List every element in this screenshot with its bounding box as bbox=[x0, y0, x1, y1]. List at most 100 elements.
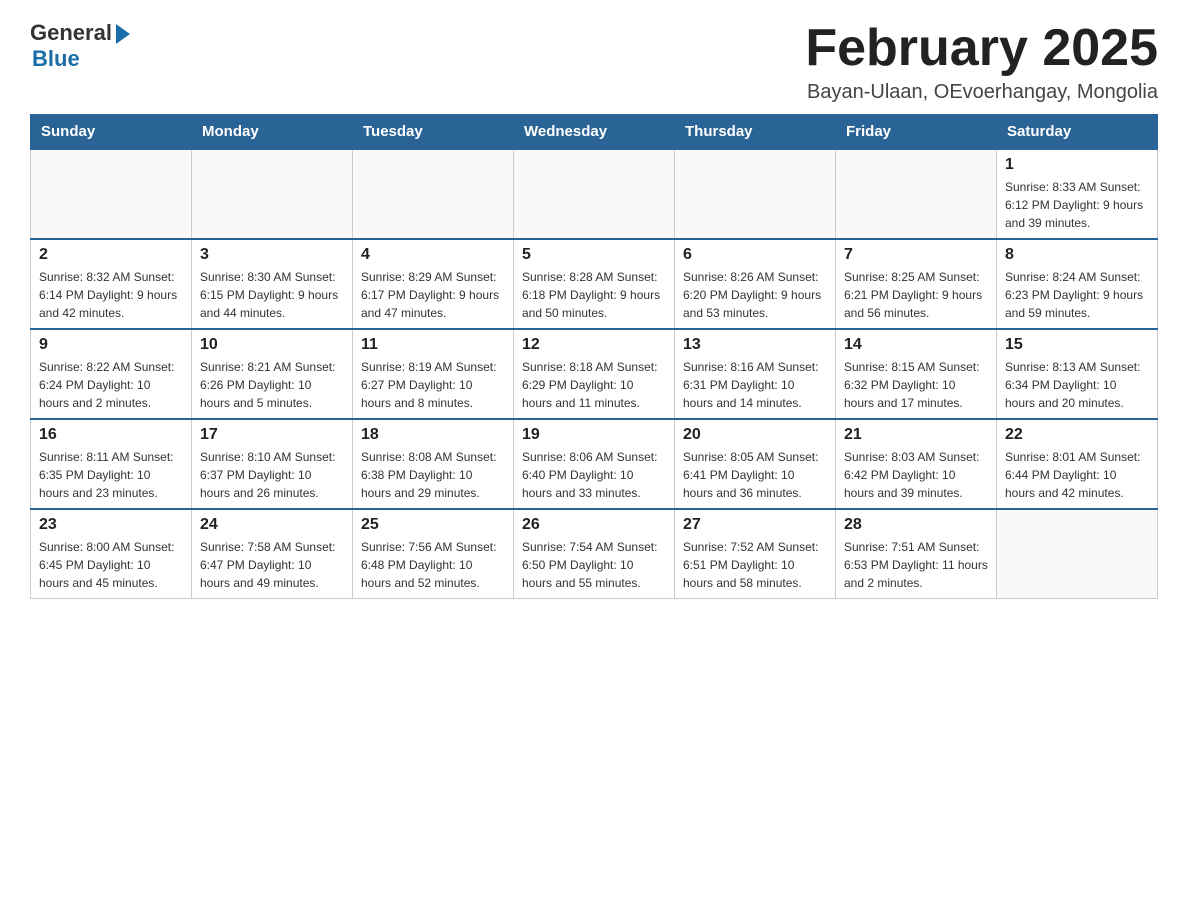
header-day-sunday: Sunday bbox=[31, 115, 192, 150]
day-number: 27 bbox=[683, 516, 827, 534]
day-number: 4 bbox=[361, 246, 505, 264]
calendar-cell: 20 Sunrise: 8:05 AM Sunset: 6:41 PM Dayli… bbox=[675, 419, 836, 509]
day-number: 8 bbox=[1005, 246, 1149, 264]
calendar-cell: 4 Sunrise: 8:29 AM Sunset: 6:17 PM Daylig… bbox=[353, 239, 514, 329]
header-day-thursday: Thursday bbox=[675, 115, 836, 150]
calendar-table: SundayMondayTuesdayWednesdayThursdayFrid… bbox=[30, 114, 1158, 599]
week-row-2: 2 Sunrise: 8:32 AM Sunset: 6:14 PM Daylig… bbox=[31, 239, 1158, 329]
calendar-cell: 28Sunrise: 7:51 AM Sunset: 6:53 PM Dayli… bbox=[836, 509, 997, 599]
day-info: Sunrise: 8:33 AM Sunset: 6:12 PM Dayligh… bbox=[1005, 178, 1149, 232]
header-day-monday: Monday bbox=[192, 115, 353, 150]
calendar-cell: 21Sunrise: 8:03 AM Sunset: 6:42 PM Dayli… bbox=[836, 419, 997, 509]
day-number: 18 bbox=[361, 426, 505, 444]
calendar-cell: 22 Sunrise: 8:01 AM Sunset: 6:44 PM Dayli… bbox=[997, 419, 1158, 509]
day-info: Sunrise: 8:05 AM Sunset: 6:41 PM Dayligh… bbox=[683, 448, 827, 502]
logo: General Blue bbox=[30, 20, 130, 72]
day-info: Sunrise: 8:11 AM Sunset: 6:35 PM Dayligh… bbox=[39, 448, 183, 502]
header-day-wednesday: Wednesday bbox=[514, 115, 675, 150]
calendar-cell bbox=[514, 149, 675, 239]
day-number: 15 bbox=[1005, 336, 1149, 354]
day-number: 24 bbox=[200, 516, 344, 534]
day-number: 5 bbox=[522, 246, 666, 264]
calendar-cell bbox=[192, 149, 353, 239]
logo-arrow-icon bbox=[116, 24, 130, 44]
calendar-cell: 24 Sunrise: 7:58 AM Sunset: 6:47 PM Dayli… bbox=[192, 509, 353, 599]
day-info: Sunrise: 8:10 AM Sunset: 6:37 PM Dayligh… bbox=[200, 448, 344, 502]
day-info: Sunrise: 8:01 AM Sunset: 6:44 PM Dayligh… bbox=[1005, 448, 1149, 502]
calendar-cell: 26 Sunrise: 7:54 AM Sunset: 6:50 PM Dayli… bbox=[514, 509, 675, 599]
day-number: 1 bbox=[1005, 156, 1149, 174]
calendar-cell: 1 Sunrise: 8:33 AM Sunset: 6:12 PM Daylig… bbox=[997, 149, 1158, 239]
day-info: Sunrise: 8:30 AM Sunset: 6:15 PM Dayligh… bbox=[200, 268, 344, 322]
day-info: Sunrise: 8:29 AM Sunset: 6:17 PM Dayligh… bbox=[361, 268, 505, 322]
calendar-cell: 13 Sunrise: 8:16 AM Sunset: 6:31 PM Dayli… bbox=[675, 329, 836, 419]
calendar-cell: 23 Sunrise: 8:00 AM Sunset: 6:45 PM Dayli… bbox=[31, 509, 192, 599]
day-info: Sunrise: 7:58 AM Sunset: 6:47 PM Dayligh… bbox=[200, 538, 344, 592]
logo-general-text: General bbox=[30, 20, 112, 46]
day-info: Sunrise: 8:32 AM Sunset: 6:14 PM Dayligh… bbox=[39, 268, 183, 322]
calendar-subtitle: Bayan-Ulaan, OEvoerhangay, Mongolia bbox=[805, 81, 1158, 104]
calendar-cell: 25 Sunrise: 7:56 AM Sunset: 6:48 PM Dayli… bbox=[353, 509, 514, 599]
day-number: 16 bbox=[39, 426, 183, 444]
day-number: 21 bbox=[844, 426, 988, 444]
day-number: 22 bbox=[1005, 426, 1149, 444]
header-day-tuesday: Tuesday bbox=[353, 115, 514, 150]
day-number: 26 bbox=[522, 516, 666, 534]
day-info: Sunrise: 7:54 AM Sunset: 6:50 PM Dayligh… bbox=[522, 538, 666, 592]
day-number: 14 bbox=[844, 336, 988, 354]
day-info: Sunrise: 7:51 AM Sunset: 6:53 PM Dayligh… bbox=[844, 538, 988, 592]
calendar-cell: 19 Sunrise: 8:06 AM Sunset: 6:40 PM Dayli… bbox=[514, 419, 675, 509]
day-info: Sunrise: 8:16 AM Sunset: 6:31 PM Dayligh… bbox=[683, 358, 827, 412]
day-info: Sunrise: 8:00 AM Sunset: 6:45 PM Dayligh… bbox=[39, 538, 183, 592]
calendar-cell: 27Sunrise: 7:52 AM Sunset: 6:51 PM Dayli… bbox=[675, 509, 836, 599]
header-day-saturday: Saturday bbox=[997, 115, 1158, 150]
calendar-cell: 11 Sunrise: 8:19 AM Sunset: 6:27 PM Dayli… bbox=[353, 329, 514, 419]
calendar-header: SundayMondayTuesdayWednesdayThursdayFrid… bbox=[31, 115, 1158, 150]
calendar-cell: 12Sunrise: 8:18 AM Sunset: 6:29 PM Dayli… bbox=[514, 329, 675, 419]
calendar-cell: 7Sunrise: 8:25 AM Sunset: 6:21 PM Daylig… bbox=[836, 239, 997, 329]
day-number: 2 bbox=[39, 246, 183, 264]
calendar-title: February 2025 bbox=[805, 20, 1158, 77]
day-info: Sunrise: 8:28 AM Sunset: 6:18 PM Dayligh… bbox=[522, 268, 666, 322]
day-number: 11 bbox=[361, 336, 505, 354]
day-number: 13 bbox=[683, 336, 827, 354]
day-info: Sunrise: 8:24 AM Sunset: 6:23 PM Dayligh… bbox=[1005, 268, 1149, 322]
calendar-cell: 5 Sunrise: 8:28 AM Sunset: 6:18 PM Daylig… bbox=[514, 239, 675, 329]
page-header: General Blue February 2025 Bayan-Ulaan, … bbox=[30, 20, 1158, 104]
calendar-body: 1 Sunrise: 8:33 AM Sunset: 6:12 PM Daylig… bbox=[31, 149, 1158, 599]
day-info: Sunrise: 8:08 AM Sunset: 6:38 PM Dayligh… bbox=[361, 448, 505, 502]
calendar-cell: 9Sunrise: 8:22 AM Sunset: 6:24 PM Daylig… bbox=[31, 329, 192, 419]
week-row-3: 9Sunrise: 8:22 AM Sunset: 6:24 PM Daylig… bbox=[31, 329, 1158, 419]
calendar-cell: 3 Sunrise: 8:30 AM Sunset: 6:15 PM Daylig… bbox=[192, 239, 353, 329]
day-info: Sunrise: 8:06 AM Sunset: 6:40 PM Dayligh… bbox=[522, 448, 666, 502]
day-info: Sunrise: 8:26 AM Sunset: 6:20 PM Dayligh… bbox=[683, 268, 827, 322]
day-number: 25 bbox=[361, 516, 505, 534]
calendar-cell: 10 Sunrise: 8:21 AM Sunset: 6:26 PM Dayli… bbox=[192, 329, 353, 419]
day-info: Sunrise: 8:21 AM Sunset: 6:26 PM Dayligh… bbox=[200, 358, 344, 412]
calendar-cell bbox=[675, 149, 836, 239]
day-info: Sunrise: 7:56 AM Sunset: 6:48 PM Dayligh… bbox=[361, 538, 505, 592]
calendar-cell bbox=[836, 149, 997, 239]
logo-blue-text: Blue bbox=[32, 46, 80, 72]
calendar-cell: 18 Sunrise: 8:08 AM Sunset: 6:38 PM Dayli… bbox=[353, 419, 514, 509]
day-number: 3 bbox=[200, 246, 344, 264]
calendar-cell: 6 Sunrise: 8:26 AM Sunset: 6:20 PM Daylig… bbox=[675, 239, 836, 329]
day-number: 17 bbox=[200, 426, 344, 444]
calendar-cell: 8 Sunrise: 8:24 AM Sunset: 6:23 PM Daylig… bbox=[997, 239, 1158, 329]
day-number: 23 bbox=[39, 516, 183, 534]
title-block: February 2025 Bayan-Ulaan, OEvoerhangay,… bbox=[805, 20, 1158, 104]
day-number: 6 bbox=[683, 246, 827, 264]
day-number: 20 bbox=[683, 426, 827, 444]
day-number: 10 bbox=[200, 336, 344, 354]
calendar-cell: 17 Sunrise: 8:10 AM Sunset: 6:37 PM Dayli… bbox=[192, 419, 353, 509]
header-day-friday: Friday bbox=[836, 115, 997, 150]
day-info: Sunrise: 8:19 AM Sunset: 6:27 PM Dayligh… bbox=[361, 358, 505, 412]
day-number: 19 bbox=[522, 426, 666, 444]
day-info: Sunrise: 8:18 AM Sunset: 6:29 PM Dayligh… bbox=[522, 358, 666, 412]
header-row: SundayMondayTuesdayWednesdayThursdayFrid… bbox=[31, 115, 1158, 150]
week-row-4: 16 Sunrise: 8:11 AM Sunset: 6:35 PM Dayli… bbox=[31, 419, 1158, 509]
calendar-cell bbox=[353, 149, 514, 239]
calendar-cell: 16 Sunrise: 8:11 AM Sunset: 6:35 PM Dayli… bbox=[31, 419, 192, 509]
day-info: Sunrise: 8:25 AM Sunset: 6:21 PM Dayligh… bbox=[844, 268, 988, 322]
week-row-5: 23 Sunrise: 8:00 AM Sunset: 6:45 PM Dayli… bbox=[31, 509, 1158, 599]
